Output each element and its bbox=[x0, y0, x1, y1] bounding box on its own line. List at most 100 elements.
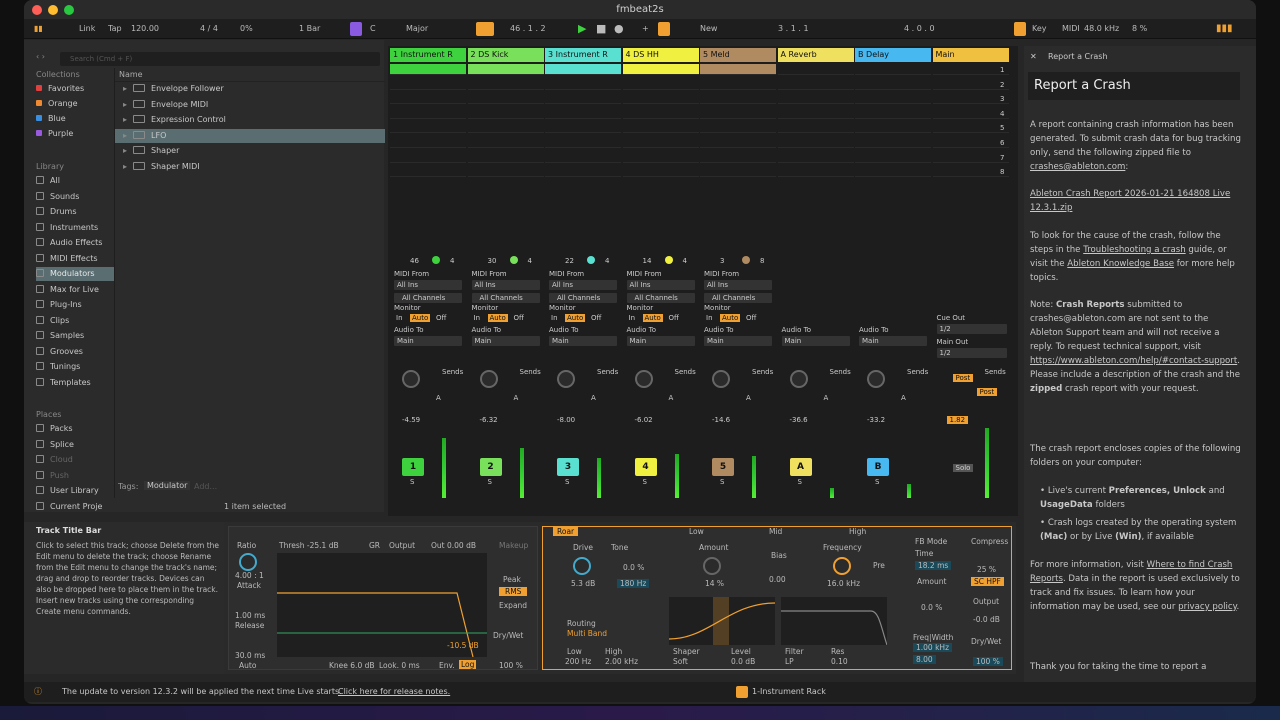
clip-slot[interactable] bbox=[932, 93, 1009, 105]
clip-slot[interactable] bbox=[545, 152, 621, 163]
clip-slot[interactable] bbox=[545, 79, 621, 90]
library-audio-effects[interactable]: Audio Effects bbox=[36, 236, 116, 250]
scale-dropdown[interactable]: Major bbox=[406, 22, 428, 36]
tempo-field[interactable]: 120.00 bbox=[131, 22, 159, 36]
place-current-proje[interactable]: Current Proje bbox=[36, 500, 116, 514]
monitor-in[interactable]: In bbox=[474, 314, 481, 322]
audio-output-dropdown[interactable]: Main bbox=[781, 336, 850, 346]
clip-slot[interactable] bbox=[467, 152, 544, 163]
clip-slot[interactable] bbox=[390, 64, 466, 75]
monitor-off[interactable]: Off bbox=[436, 314, 446, 322]
midi-map-button[interactable]: MIDI bbox=[1062, 22, 1080, 36]
monitor-off[interactable]: Off bbox=[669, 314, 679, 322]
midi-overdub-icon[interactable] bbox=[658, 22, 670, 36]
clip-slot[interactable] bbox=[467, 93, 544, 105]
clip-slot[interactable] bbox=[390, 79, 466, 90]
volume-readout[interactable]: -4.59 bbox=[402, 416, 420, 424]
clip-slot[interactable] bbox=[545, 166, 621, 178]
clip-slot[interactable] bbox=[855, 108, 931, 119]
clip-slot[interactable] bbox=[932, 122, 1009, 134]
volume-readout[interactable]: -8.00 bbox=[557, 416, 575, 424]
track-activator[interactable]: 1 bbox=[402, 458, 424, 476]
track-activator[interactable]: A bbox=[789, 458, 812, 476]
clip-slot[interactable] bbox=[777, 79, 854, 90]
track-title[interactable]: Main bbox=[932, 48, 1009, 62]
key-map-icon[interactable] bbox=[1014, 22, 1026, 36]
send-a-knob[interactable] bbox=[789, 370, 808, 388]
solo-button[interactable]: S bbox=[720, 478, 724, 486]
clip-slot[interactable] bbox=[777, 166, 854, 178]
swing-field[interactable]: 0% bbox=[240, 22, 253, 36]
monitor-off[interactable]: Off bbox=[746, 314, 756, 322]
monitor-auto[interactable]: Auto bbox=[487, 314, 508, 322]
clip-slot[interactable] bbox=[545, 137, 621, 148]
close-button[interactable] bbox=[32, 5, 42, 15]
collection-orange[interactable]: Orange bbox=[36, 97, 116, 111]
midi-input-dropdown[interactable]: All Ins bbox=[704, 280, 772, 290]
midi-channel-dropdown[interactable]: All Channels bbox=[394, 293, 462, 303]
clip-slot[interactable] bbox=[545, 122, 621, 134]
clip-slot[interactable] bbox=[390, 108, 466, 119]
library-clips[interactable]: Clips bbox=[36, 314, 116, 328]
midi-channel-dropdown[interactable]: All Channels bbox=[549, 293, 617, 303]
monitor-in[interactable]: In bbox=[629, 314, 636, 322]
browser-item[interactable]: ▸ Envelope Follower bbox=[115, 82, 385, 96]
clip-slot[interactable] bbox=[932, 108, 1009, 119]
main-out-dropdown[interactable]: 1/2 bbox=[936, 348, 1007, 358]
collection-purple[interactable]: Purple bbox=[36, 127, 116, 141]
new-clip-button[interactable]: New bbox=[700, 22, 717, 36]
clip-slot[interactable] bbox=[855, 166, 931, 178]
library-max-for-live[interactable]: Max for Live bbox=[36, 283, 116, 297]
clip-slot[interactable] bbox=[932, 166, 1009, 178]
monitor-in[interactable]: In bbox=[396, 314, 403, 322]
midi-input-dropdown[interactable]: All Ins bbox=[549, 280, 617, 290]
clip-slot[interactable] bbox=[932, 64, 1009, 75]
key-dropdown[interactable]: C bbox=[370, 22, 376, 36]
solo-button[interactable]: S bbox=[875, 478, 879, 486]
midi-channel-dropdown[interactable]: All Channels bbox=[471, 293, 540, 303]
library-samples[interactable]: Samples bbox=[36, 329, 116, 343]
record-icon[interactable]: ● bbox=[614, 22, 624, 36]
scene-6[interactable]: 6 bbox=[1000, 139, 1004, 147]
scene-2[interactable]: 2 bbox=[1000, 81, 1004, 89]
library-templates[interactable]: Templates bbox=[36, 376, 116, 390]
library-drums[interactable]: Drums bbox=[36, 205, 116, 219]
midi-input-dropdown[interactable]: All Ins bbox=[471, 280, 540, 290]
quantize-dropdown[interactable]: 1 Bar bbox=[299, 22, 320, 36]
send-a-knob[interactable] bbox=[402, 370, 420, 388]
library-all[interactable]: All bbox=[36, 174, 116, 188]
clip-slot[interactable] bbox=[622, 64, 699, 75]
scale-icon[interactable] bbox=[350, 22, 362, 36]
add-icon[interactable]: + bbox=[642, 22, 649, 36]
place-splice[interactable]: Splice bbox=[36, 438, 116, 452]
clip-slot[interactable] bbox=[700, 64, 776, 75]
monitor-auto[interactable]: Auto bbox=[410, 314, 431, 322]
place-push[interactable]: Push bbox=[36, 469, 116, 483]
monitor-in[interactable]: In bbox=[706, 314, 713, 322]
send-a-knob[interactable] bbox=[557, 370, 575, 388]
solo-button[interactable]: S bbox=[565, 478, 569, 486]
solo-button[interactable]: S bbox=[488, 478, 492, 486]
song-position-field[interactable]: 46 . 1 . 2 bbox=[510, 22, 546, 36]
clip-slot[interactable] bbox=[390, 93, 466, 105]
loop-start-field[interactable]: 3 . 1 . 1 bbox=[778, 22, 809, 36]
filter-graph[interactable] bbox=[781, 597, 888, 646]
clip-slot[interactable] bbox=[777, 152, 854, 163]
midi-input-dropdown[interactable]: All Ins bbox=[626, 280, 695, 290]
monitor-off[interactable]: Off bbox=[591, 314, 601, 322]
track-title[interactable]: 4 DS HH bbox=[622, 48, 699, 62]
link-button[interactable]: Link bbox=[79, 22, 95, 36]
place-cloud[interactable]: Cloud bbox=[36, 453, 116, 467]
loop-length-field[interactable]: 4 . 0 . 0 bbox=[904, 22, 935, 36]
clip-slot[interactable] bbox=[855, 122, 931, 134]
track-title[interactable]: B Delay bbox=[855, 48, 931, 62]
post-button[interactable]: Post bbox=[952, 374, 974, 382]
tap-button[interactable]: Tap bbox=[108, 22, 122, 36]
volume-readout[interactable]: -14.6 bbox=[712, 416, 730, 424]
tag-modulator[interactable]: Modulator bbox=[144, 481, 191, 490]
clip-slot[interactable] bbox=[622, 152, 699, 163]
follow-icon[interactable] bbox=[476, 22, 494, 36]
browser-item[interactable]: ▸ Shaper bbox=[115, 144, 385, 158]
clip-slot[interactable] bbox=[390, 152, 466, 163]
track-title[interactable]: 1 Instrument R bbox=[390, 48, 466, 62]
